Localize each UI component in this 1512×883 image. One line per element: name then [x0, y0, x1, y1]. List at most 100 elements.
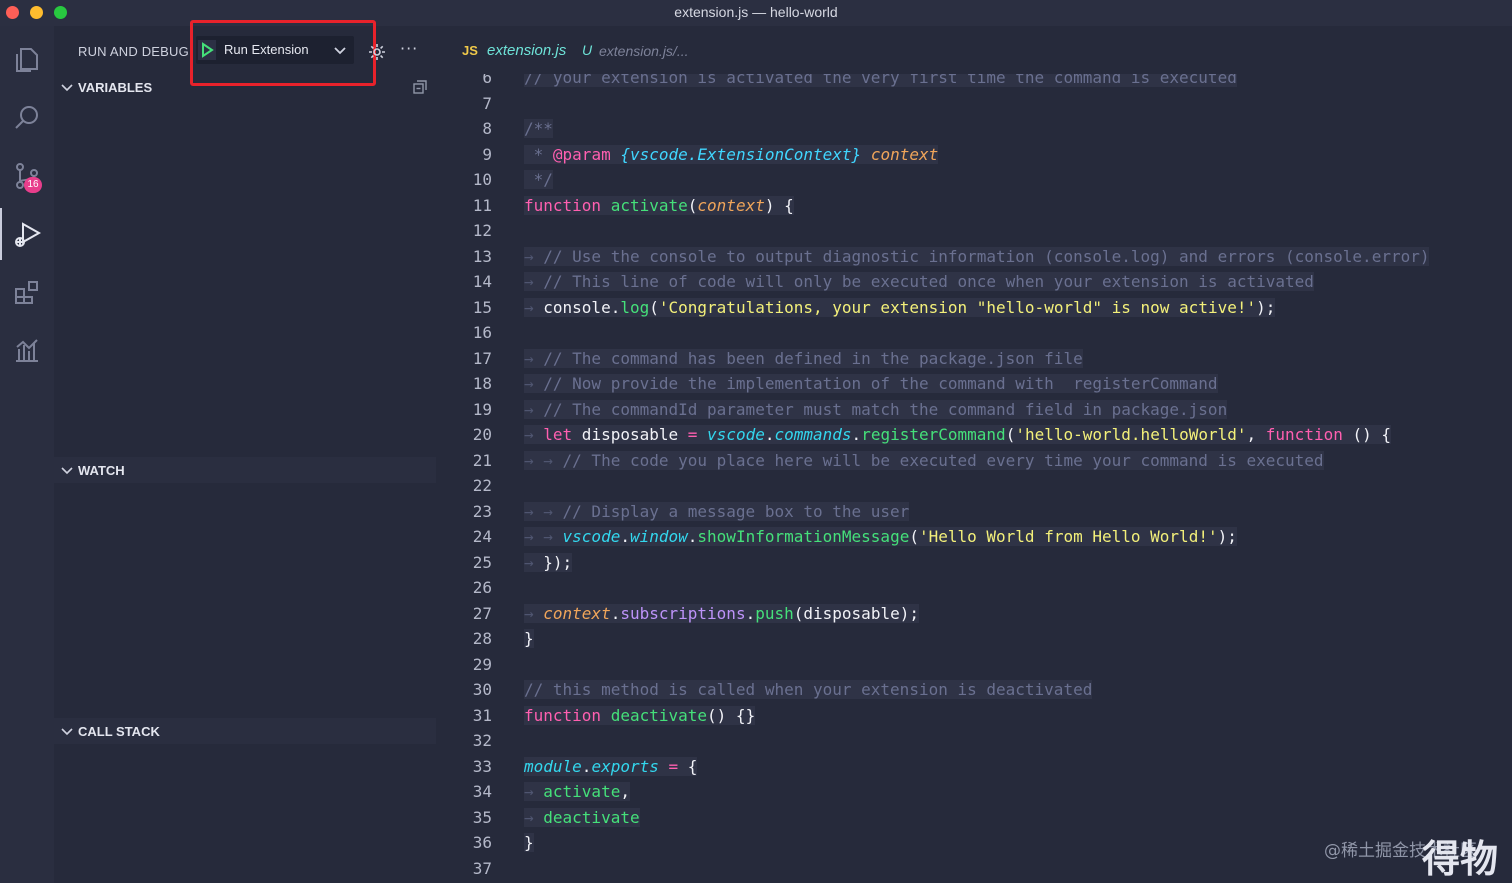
code-line[interactable]: 15 → console.log('Congratulations, your e… [436, 297, 1512, 323]
explorer-icon[interactable] [0, 34, 54, 86]
code-line[interactable]: 9 * @param {vscode.ExtensionContext} con… [436, 144, 1512, 170]
code-line[interactable]: 14 → // This line of code will only be ex… [436, 272, 1512, 297]
code-line[interactable]: 33 module.exports = { [436, 756, 1512, 782]
code-line[interactable]: 32 [436, 731, 1512, 756]
source-control-icon[interactable]: 16 [0, 150, 54, 202]
code-line[interactable]: 16 [436, 323, 1512, 348]
variables-label: VARIABLES [78, 80, 153, 95]
code-text: → context.subscriptions.push(disposable)… [524, 603, 919, 623]
code-line[interactable]: 37 [436, 859, 1512, 883]
line-number: 37 [472, 858, 492, 878]
code-text: → // This line of code will only be exec… [524, 272, 1314, 291]
code-text: function deactivate() {} [524, 705, 756, 725]
line-number: 7 [482, 93, 492, 113]
code-text: } [524, 629, 534, 648]
code-line[interactable]: 26 [436, 578, 1512, 603]
breadcrumb[interactable]: extension.js/... [599, 43, 689, 59]
search-icon[interactable] [0, 92, 54, 144]
code-line[interactable]: 7 [436, 94, 1512, 119]
code-text: → console.log('Congratulations, your ext… [524, 297, 1276, 317]
code-line[interactable]: 34 → activate, [436, 782, 1512, 807]
code-text: /** [524, 119, 553, 138]
extensions-icon[interactable] [0, 266, 54, 318]
line-number: 22 [472, 476, 492, 495]
line-number: 24 [472, 527, 492, 546]
line-number: 6 [482, 74, 492, 87]
code-line[interactable]: 12 [436, 221, 1512, 246]
line-number: 19 [472, 399, 492, 419]
code-area[interactable]: 6 // your extension is activated the very… [436, 74, 1512, 883]
line-number: 25 [472, 552, 492, 572]
code-line[interactable]: 18 → // Now provide the implementation of… [436, 374, 1512, 399]
code-text: → activate, [524, 782, 630, 801]
activity-bar: 16 [0, 26, 54, 883]
variables-section-header[interactable]: VARIABLES [54, 74, 436, 100]
code-line[interactable]: 24 → → vscode.window.showInformationMessa… [436, 527, 1512, 552]
code-text: } [524, 833, 534, 852]
code-text: → // The command has been defined in the… [524, 348, 1083, 368]
line-number: 36 [472, 833, 492, 852]
line-number: 35 [472, 807, 492, 827]
line-number: 18 [472, 374, 492, 393]
code-line[interactable]: 31 function deactivate() {} [436, 705, 1512, 731]
tab-extension-js[interactable]: extension.js [487, 42, 566, 59]
code-line[interactable]: 30 // this method is called when your ext… [436, 680, 1512, 705]
watch-label: WATCH [78, 463, 125, 478]
line-number: 34 [472, 782, 492, 801]
code-text: → // The commandId parameter must match … [524, 399, 1228, 419]
line-number: 32 [472, 731, 492, 750]
code-line[interactable]: 28} [436, 629, 1512, 654]
chart-icon[interactable] [0, 324, 54, 376]
code-text: → → // The code you place here will be e… [524, 450, 1324, 470]
code-line[interactable]: 19 → // The commandId parameter must matc… [436, 399, 1512, 425]
code-text: module.exports = { [524, 756, 698, 776]
code-line[interactable]: 6 // your extension is activated the very… [436, 74, 1512, 93]
line-number: 14 [472, 272, 492, 291]
run-debug-icon[interactable] [0, 208, 54, 260]
code-line[interactable]: 25 → }); [436, 552, 1512, 578]
code-text: → deactivate [524, 807, 640, 827]
chevron-down-icon [61, 728, 73, 736]
watch-section-header[interactable]: WATCH [54, 457, 436, 483]
editor-tab-bar: JS extension.js U extension.js/... [436, 26, 1512, 74]
line-number: 10 [472, 170, 492, 189]
line-number: 29 [472, 654, 492, 674]
watermark-logo: 得物 [1422, 837, 1499, 881]
line-number: 31 [472, 705, 492, 725]
code-text: function activate(context) { [524, 195, 794, 215]
chevron-down-icon [61, 84, 73, 92]
line-number: 12 [472, 221, 492, 240]
line-number: 21 [472, 450, 492, 470]
code-text: * @param {vscode.ExtensionContext} conte… [524, 144, 939, 164]
line-number: 28 [472, 629, 492, 648]
call-stack-label: CALL STACK [78, 724, 160, 739]
code-line[interactable]: 20 → let disposable = vscode.commands.reg… [436, 425, 1512, 450]
more-actions-icon[interactable]: ··· [400, 39, 418, 58]
code-line[interactable]: 11 function activate(context) { [436, 195, 1512, 221]
code-line[interactable]: 21 → → // The code you place here will be… [436, 450, 1512, 476]
code-line[interactable]: 13 → // Use the console to output diagnos… [436, 246, 1512, 272]
sidebar-title: RUN AND DEBUG [78, 44, 189, 59]
code-line[interactable]: 22 [436, 476, 1512, 501]
line-number: 27 [472, 603, 492, 623]
code-line[interactable]: 35 → deactivate [436, 807, 1512, 833]
code-line[interactable]: 17 → // The command has been defined in t… [436, 348, 1512, 374]
code-text: // your extension is activated the very … [524, 74, 1237, 87]
line-number: 8 [482, 119, 492, 138]
chevron-down-icon [61, 467, 73, 475]
call-stack-section-header[interactable]: CALL STACK [54, 718, 436, 744]
code-text: → // Now provide the implementation of t… [524, 374, 1218, 393]
code-line[interactable]: 23 → → // Display a message box to the us… [436, 501, 1512, 527]
code-text: → → vscode.window.showInformationMessage… [524, 527, 1237, 546]
collapse-all-icon[interactable] [412, 79, 428, 95]
untracked-badge: U [582, 42, 593, 58]
code-line[interactable]: 10 */ [436, 170, 1512, 195]
window-title: extension.js — hello-world [674, 4, 838, 20]
line-number: 20 [472, 425, 492, 444]
code-line[interactable]: 29 [436, 655, 1512, 680]
code-line[interactable]: 8 /** [436, 119, 1512, 144]
line-number: 11 [472, 195, 492, 215]
gear-icon[interactable] [368, 43, 386, 61]
code-line[interactable]: 27 → context.subscriptions.push(disposabl… [436, 603, 1512, 629]
js-file-icon: JS [462, 43, 478, 58]
